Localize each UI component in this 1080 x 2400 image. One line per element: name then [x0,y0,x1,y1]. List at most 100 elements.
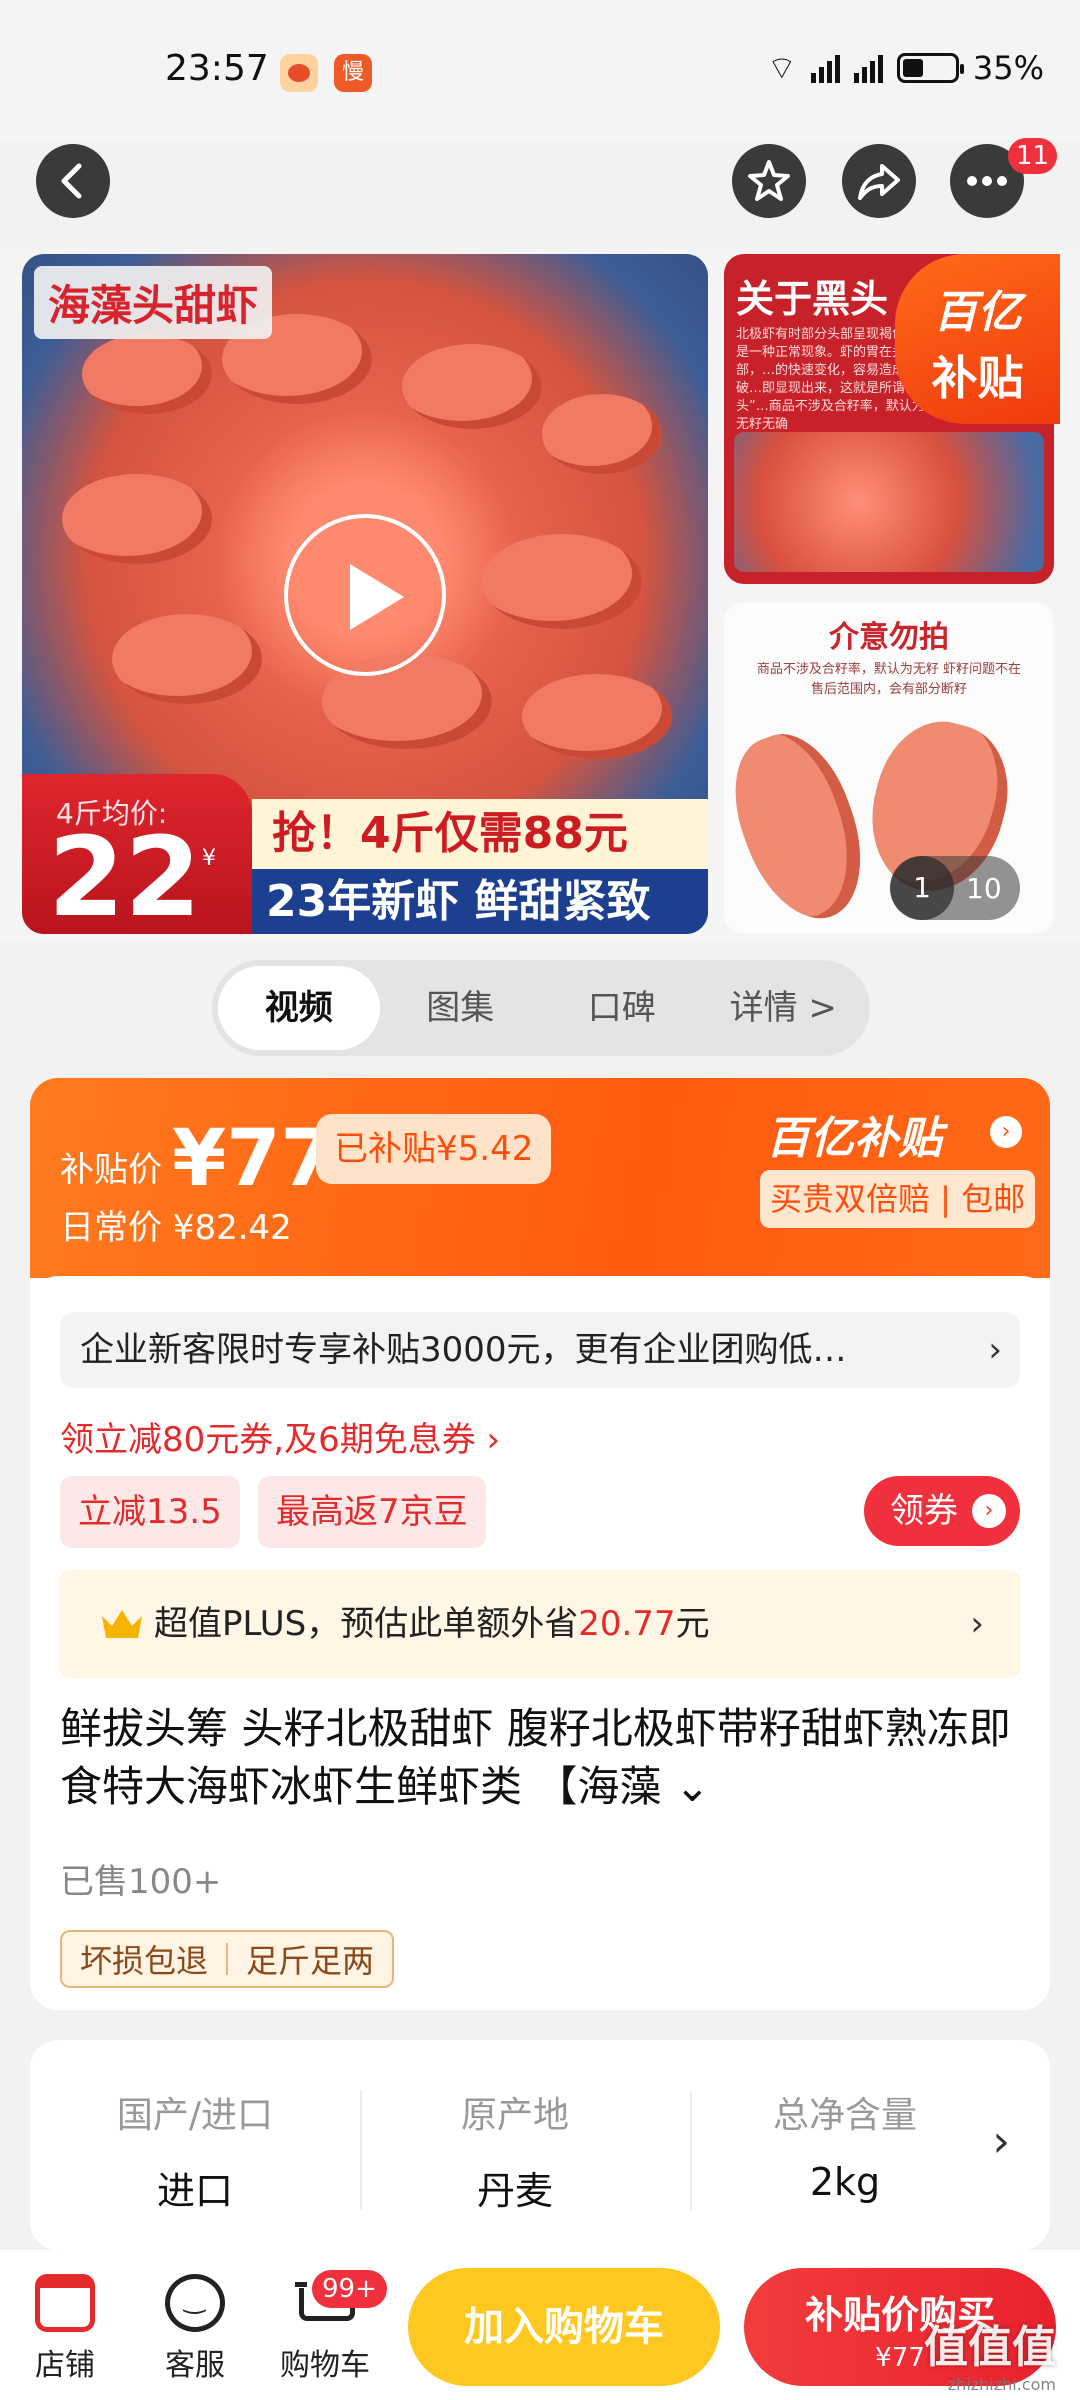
watermark: 值值值 zhizhizhi.com [924,2311,1056,2394]
gallery-counter: 1 10 [890,856,1020,920]
thumb-1-photo [734,432,1044,572]
subsidy-price: ¥77 [172,1114,335,1204]
service-tag-2: 足斤足两 [246,1942,375,1980]
spec-key: 原产地 [460,2095,569,2136]
chevron-right-icon: › [988,1330,1002,1370]
customer-service-button[interactable]: 客服 [140,2274,250,2384]
main-video-thumbnail[interactable]: 海藻头甜虾 4斤均价: 22 ¥ 抢！4斤仅需88元 23年新虾 鲜甜紧致 [22,254,708,934]
chevron-right-icon: › [972,1494,1006,1528]
service-tag-1: 坏损包退 [80,1942,209,1980]
product-title[interactable]: 鲜拔头筹 头籽北极甜虾 腹籽北极虾带籽甜虾熟冻即食特大海虾冰虾生鲜虾类 【海藻 … [60,1700,1020,1816]
chevron-right-icon[interactable]: › [990,1116,1022,1148]
cart-label: 购物车 [280,2348,370,2383]
gallery-counter-total: 10 [966,871,1002,905]
shrimp-shape [724,718,884,934]
service-tags[interactable]: 坏损包退 足斤足两 [60,1930,395,1988]
spec-origin-type: 国产/进口 进口 [50,2086,340,2215]
gallery-counter-current: 1 [890,856,954,920]
subsidy-badge-line1: 百亿 [933,287,1022,338]
product-info-card: 补贴价 ¥77 已补贴¥5.42 日常价 ¥82.42 百亿补贴 › 买贵双倍赔… [30,1078,1050,2010]
shop-button[interactable]: 店铺 [10,2274,120,2384]
product-title-text: 鲜拔头筹 头籽北极甜虾 腹籽北极虾带籽甜虾熟冻即食特大海虾冰虾生鲜虾类 【海藻 [60,1704,1011,1811]
spec-value: 2kg [809,2160,881,2204]
weibo-app-icon [280,54,318,92]
tab-details[interactable]: 详情 > [703,966,865,1050]
spec-value: 进口 [156,2169,233,2213]
shrimp-shape [82,334,212,414]
spec-key: 总净含量 [772,2095,917,2136]
shrimp-shape [542,394,662,474]
subsidized-amount-tag: 已补贴¥5.42 [316,1114,552,1184]
expand-chevron-icon[interactable]: ⌄ [675,1762,710,1811]
tab-gallery[interactable]: 图集 [380,966,542,1050]
subsidy-badge: 百亿 补贴 [895,254,1060,424]
sold-count: 已售100+ [60,1862,222,1902]
chat-icon [165,2274,225,2332]
spec-key: 国产/进口 [116,2095,274,2136]
status-right: ⌔ 35% [767,48,1044,88]
chevron-right-icon: › [970,1604,984,1644]
promo-banner-1: 抢！4斤仅需88元 [252,799,708,869]
more-badge: 11 [1008,138,1058,174]
spec-value: 丹麦 [476,2169,553,2213]
thumb-1-title: 关于黑头 [736,277,889,321]
thumb-2-text: 商品不涉及合籽率，默认为无籽 虾籽问题不在售后范围内，会有部分断籽 [756,662,1022,697]
add-to-cart-button[interactable]: 加入购物车 [408,2268,720,2386]
avg-price-value: 22 [48,813,202,934]
share-button[interactable] [842,144,916,218]
notification-app-icon: 慢 [334,54,372,92]
status-time: 23:57 [165,48,269,89]
battery-icon [896,53,964,83]
get-coupon-label: 领券 [890,1491,958,1531]
jd-beans-tag: 最高返7京豆 [258,1476,486,1548]
enterprise-promo-text: 企业新客限时专享补贴3000元，更有企业团购低… [80,1330,847,1370]
shrimp-shape [112,614,262,704]
signal-icon [810,53,840,83]
divider [690,2090,692,2210]
crown-icon [102,1610,142,1638]
favorite-button[interactable] [732,144,806,218]
cart-badge: 99+ [312,2270,387,2308]
tab-video[interactable]: 视频 [218,966,380,1050]
main-image-tag: 海藻头甜虾 [34,266,273,339]
tab-reviews[interactable]: 口碑 [541,966,703,1050]
watermark-text: 值值值 [924,2322,1056,2373]
star-icon [748,160,790,201]
subsidy-badge-line2: 补贴 [931,351,1024,405]
shop-label: 店铺 [35,2348,95,2383]
thumb-2-title: 介意勿拍 [829,620,949,655]
wifi-icon: ⌔ [766,49,797,87]
get-coupon-button[interactable]: 领券 › [864,1476,1020,1546]
spec-net-weight: 总净含量 2kg [700,2086,990,2204]
avg-price-unit: ¥ [202,846,216,871]
coupon-link[interactable]: 领立减80元券,及6期免息券 › [60,1412,500,1461]
divider [360,2090,362,2210]
daily-price: 日常价 ¥82.42 [60,1208,292,1248]
product-info-body: 企业新客限时专享补贴3000元，更有企业团购低… › 领立减80元券,及6期免息… [30,1276,1050,2010]
chevron-right-icon[interactable]: › [992,2116,1010,2167]
enterprise-promo-bar[interactable]: 企业新客限时专享补贴3000元，更有企业团购低… › [60,1312,1020,1388]
customer-service-label: 客服 [165,2348,225,2383]
shrimp-shape [402,344,542,429]
signal-icon-2 [853,53,883,83]
specs-card[interactable]: 国产/进口 进口 原产地 丹麦 总净含量 2kg › [30,2040,1050,2250]
shrimp-shape [522,674,672,759]
status-bar: 23:57 慢 ⌔ 35% [0,0,1080,140]
avg-price-block: 4斤均价: 22 ¥ [22,774,252,934]
watermark-url: zhizhizhi.com [947,2375,1056,2394]
plus-savings-amount: 20.77 [578,1604,676,1644]
plus-savings-bar[interactable]: 超值PLUS，预估此单额外省20.77元 › [60,1570,1020,1678]
battery-percent: 35% [972,49,1044,87]
subsidy-price-header[interactable]: 补贴价 ¥77 已补贴¥5.42 日常价 ¥82.42 百亿补贴 › 买贵双倍赔… [30,1078,1050,1278]
bottom-action-bar: 店铺 客服 购物车 99+ 加入购物车 补贴价购买 ¥77 值值值 zhizhi… [0,2250,1080,2400]
shrimp-shape [482,534,642,629]
promo-banner-2: 23年新虾 鲜甜紧致 [252,869,708,934]
play-icon[interactable] [284,514,446,676]
media-tabs: 视频 图集 口碑 详情 > [212,960,870,1056]
product-gallery[interactable]: 海藻头甜虾 4斤均价: 22 ¥ 抢！4斤仅需88元 23年新虾 鲜甜紧致 关于… [0,250,1080,940]
shop-icon [35,2274,95,2332]
guarantee-tag: 买贵双倍赔 | 包邮 [760,1170,1036,1228]
discount-tag: 立减13.5 [60,1476,240,1548]
back-button[interactable] [36,144,110,218]
share-icon [858,164,900,200]
